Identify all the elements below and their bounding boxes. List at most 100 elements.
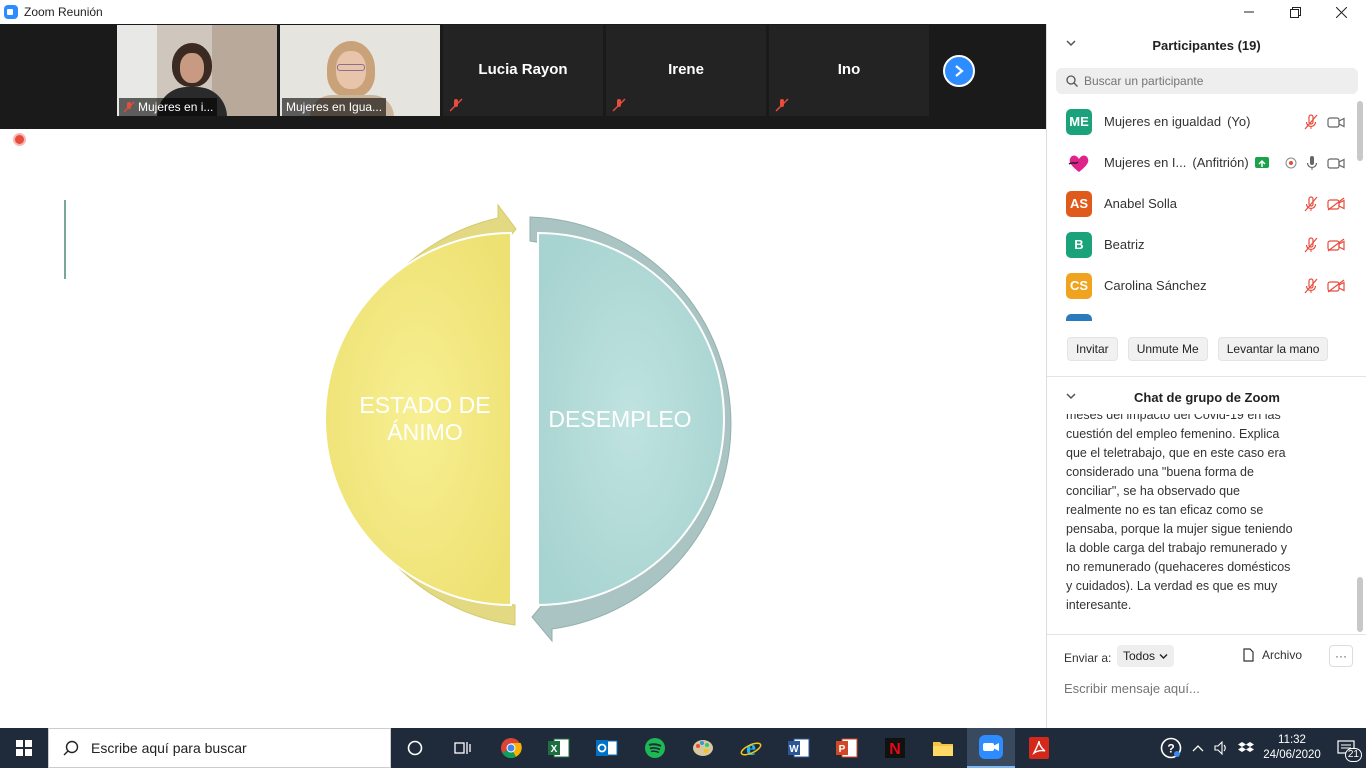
- video-tile-2[interactable]: Mujeres en Igua...: [280, 25, 440, 116]
- show-hidden-icons-button[interactable]: [1186, 728, 1210, 768]
- dropbox-button[interactable]: [1234, 728, 1258, 768]
- svg-text:N: N: [889, 741, 901, 758]
- window-title: Zoom Reunión: [24, 5, 103, 19]
- spotify-icon: [645, 738, 665, 758]
- participant-row[interactable]: CS Carolina Sánchez: [1047, 265, 1357, 306]
- excel-icon: X: [548, 738, 570, 758]
- zoom-taskbar-button[interactable]: [967, 728, 1015, 768]
- start-button[interactable]: [0, 728, 48, 768]
- avatar: [1066, 313, 1092, 321]
- chrome-button[interactable]: [487, 728, 535, 768]
- zoom-logo-icon: [4, 5, 18, 19]
- zoom-icon: [979, 735, 1003, 759]
- file-button[interactable]: Archivo: [1243, 648, 1302, 662]
- maximize-button[interactable]: [1272, 0, 1318, 24]
- mic-muted-icon: [1304, 195, 1318, 211]
- spotify-button[interactable]: [631, 728, 679, 768]
- participant-name: Lucia Rayon: [478, 61, 568, 78]
- participant-row[interactable]: AS Anabel Solla: [1047, 183, 1357, 224]
- slide-accent-line: [64, 200, 66, 279]
- participant-name: Mujeres en I...: [1104, 155, 1187, 170]
- chevron-down-icon: [1159, 653, 1168, 659]
- task-view-button[interactable]: [439, 728, 487, 768]
- participant-role: (Anfitrión): [1192, 155, 1249, 170]
- action-center-button[interactable]: 21: [1326, 728, 1366, 768]
- chat-scrollbar[interactable]: [1357, 577, 1363, 632]
- internet-explorer-button[interactable]: e: [727, 728, 775, 768]
- mic-muted-icon: [123, 101, 135, 113]
- raise-hand-button[interactable]: Levantar la mano: [1217, 337, 1329, 361]
- chat-line: interesante.: [1066, 598, 1132, 612]
- file-label: Archivo: [1262, 648, 1303, 662]
- close-icon: [1335, 6, 1347, 18]
- minimize-button[interactable]: [1226, 0, 1272, 24]
- video-tile-1[interactable]: Mujeres en i...: [117, 25, 277, 116]
- participant-row[interactable]: B Beatriz: [1047, 224, 1357, 265]
- video-tile-3[interactable]: Lucia Rayon: [443, 25, 603, 116]
- clock[interactable]: 11:32 24/06/2020: [1258, 733, 1326, 763]
- task-view-icon: [454, 742, 471, 754]
- participant-row-partial[interactable]: [1047, 306, 1357, 321]
- send-to-value: Todos: [1123, 649, 1156, 663]
- folder-icon: [933, 742, 953, 756]
- participant-search[interactable]: [1056, 68, 1358, 94]
- mic-muted-icon: [775, 98, 789, 112]
- chat-message-input[interactable]: [1064, 677, 1354, 699]
- chat-messages: meses del impacto del Covid-19 en las cu…: [1066, 414, 1336, 632]
- search-input[interactable]: [1084, 74, 1344, 88]
- chat-title: Chat de grupo de Zoom: [1134, 390, 1280, 405]
- participant-row[interactable]: Mujeres en I... (Anfitrión): [1047, 142, 1357, 183]
- volume-button[interactable]: [1210, 728, 1234, 768]
- participants-title: Participantes (19): [1152, 37, 1261, 53]
- chevron-down-icon[interactable]: [1065, 391, 1077, 401]
- chat-line: considerado una "buena forma de: [1066, 465, 1254, 479]
- outlook-button[interactable]: [583, 728, 631, 768]
- video-tile-label: Mujeres en i...: [119, 98, 218, 116]
- file-icon: [1243, 648, 1254, 662]
- more-options-button[interactable]: ···: [1329, 645, 1353, 667]
- speaker-icon: [1214, 741, 1226, 755]
- next-page-button[interactable]: [943, 55, 975, 87]
- unmute-me-button[interactable]: Unmute Me: [1127, 337, 1208, 361]
- netflix-button[interactable]: N: [871, 728, 919, 768]
- chat-line: realmente no es tan eficaz como se: [1066, 503, 1264, 517]
- participant-name: Irene: [668, 61, 704, 78]
- paint-palette-icon: [693, 740, 713, 756]
- powerpoint-button[interactable]: P: [823, 728, 871, 768]
- participant-name: Mujeres en igualdad: [1104, 114, 1222, 129]
- avatar: ME: [1066, 108, 1092, 135]
- taskbar-search[interactable]: Escribe aquí para buscar: [48, 728, 391, 768]
- acrobat-button[interactable]: [1015, 728, 1063, 768]
- powerpoint-icon: P: [836, 738, 858, 758]
- chat-line: cuestión del empleo femenino. Explica: [1066, 427, 1280, 441]
- chat-line: no remunerado (quehaceres domésticos: [1066, 560, 1291, 574]
- shared-screen: ESTADO DE ÁNIMO DESEMPLEO: [0, 129, 1046, 717]
- send-to-label: Enviar a:: [1064, 651, 1112, 665]
- close-button[interactable]: [1318, 0, 1364, 24]
- notification-count-badge: 21: [1344, 748, 1362, 762]
- cortana-button[interactable]: [391, 728, 439, 768]
- excel-button[interactable]: X: [535, 728, 583, 768]
- invite-button[interactable]: Invitar: [1067, 337, 1118, 361]
- video-tile-5[interactable]: Ino: [769, 25, 929, 116]
- acrobat-icon: [1029, 737, 1049, 759]
- send-to-dropdown[interactable]: Todos: [1117, 645, 1175, 667]
- side-panel: Participantes (19) ME Mujeres en igualda…: [1046, 24, 1366, 728]
- cortana-icon: [407, 740, 423, 756]
- glasses: [337, 64, 365, 71]
- paint-button[interactable]: [679, 728, 727, 768]
- file-explorer-button[interactable]: [919, 728, 967, 768]
- video-camera-icon: [1327, 157, 1345, 169]
- participant-list-scrollbar[interactable]: [1357, 101, 1363, 161]
- clock-time: 11:32: [1278, 734, 1306, 746]
- chevron-down-icon[interactable]: [1065, 38, 1077, 48]
- help-button[interactable]: ?: [1156, 728, 1186, 768]
- participant-row[interactable]: ME Mujeres en igualdad (Yo): [1047, 101, 1357, 142]
- word-button[interactable]: W: [775, 728, 823, 768]
- video-strip: Mujeres en i... Mujeres en Igua... Lucia…: [0, 24, 1046, 129]
- video-tile-4[interactable]: Irene: [606, 25, 766, 116]
- chevron-right-icon: [955, 65, 964, 77]
- mic-muted-icon: [1304, 277, 1318, 293]
- help-icon: ?: [1160, 737, 1182, 759]
- svg-text:X: X: [551, 744, 558, 755]
